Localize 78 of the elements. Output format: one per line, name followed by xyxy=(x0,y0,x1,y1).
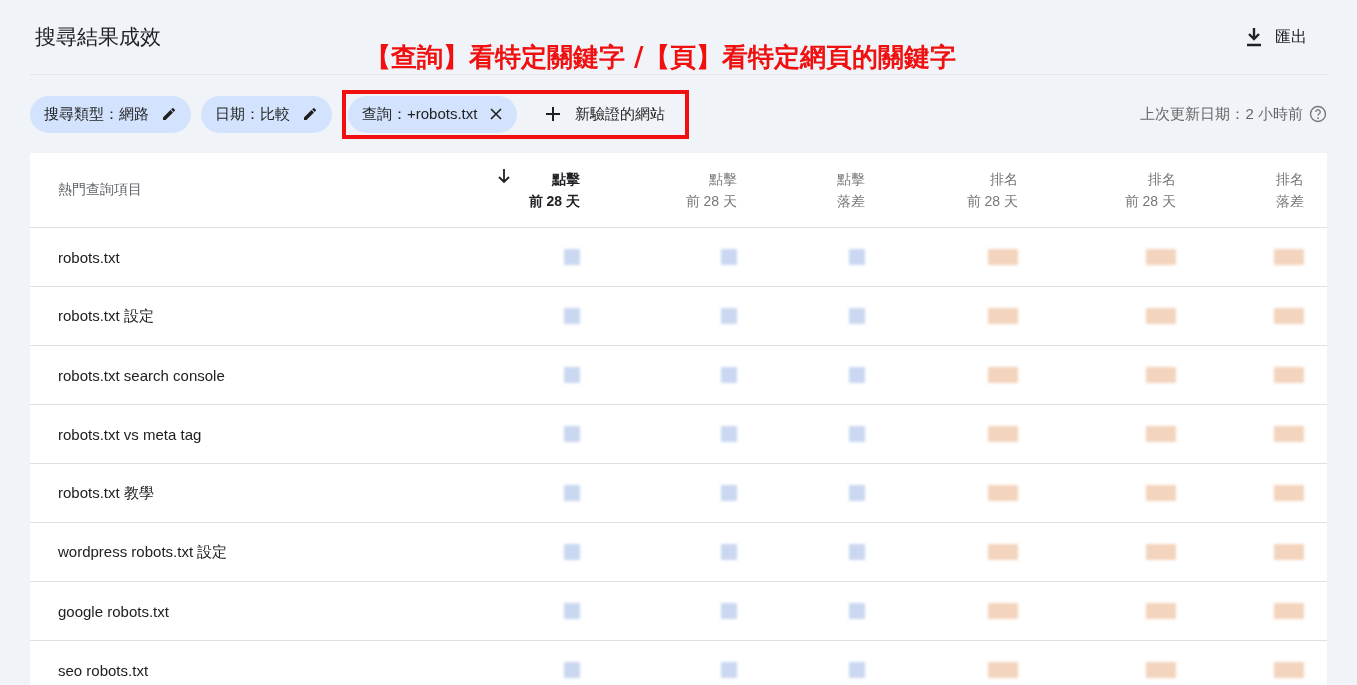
pencil-icon xyxy=(302,106,318,122)
filter-chip[interactable]: 日期：比較 xyxy=(201,95,332,133)
redacted-value xyxy=(849,308,865,324)
last-updated-text: 上次更新日期：2 小時前 xyxy=(1140,104,1303,124)
redacted-value xyxy=(1274,662,1304,678)
redacted-value xyxy=(849,249,865,265)
redacted-value xyxy=(849,544,865,560)
redacted-value xyxy=(1274,544,1304,560)
redacted-value xyxy=(849,426,865,442)
redacted-value xyxy=(849,367,865,383)
column-header[interactable]: 點擊 落差 xyxy=(837,168,865,212)
redacted-value xyxy=(988,249,1018,265)
redacted-value xyxy=(1146,426,1176,442)
filter-chip[interactable]: 搜尋類型：網路 xyxy=(30,95,191,133)
redacted-value xyxy=(849,603,865,619)
redacted-value xyxy=(1274,249,1304,265)
column-header[interactable]: 排名 落差 xyxy=(1276,168,1304,212)
redacted-value xyxy=(1274,426,1304,442)
redacted-value xyxy=(564,367,580,383)
download-icon xyxy=(1245,27,1263,47)
redacted-value xyxy=(988,544,1018,560)
column-header[interactable]: 排名 前 28 天 xyxy=(1124,168,1176,212)
redacted-value xyxy=(564,249,580,265)
redacted-value xyxy=(988,662,1018,678)
redacted-value xyxy=(1146,249,1176,265)
down-arrow-icon xyxy=(496,168,511,184)
redacted-value xyxy=(1274,308,1304,324)
redacted-value xyxy=(849,485,865,501)
redacted-value xyxy=(1274,367,1304,383)
filter-chip[interactable]: 查詢：+robots.txt xyxy=(348,95,518,133)
redacted-value xyxy=(564,308,580,324)
redacted-value xyxy=(721,662,737,678)
redacted-value xyxy=(564,426,580,442)
redacted-value xyxy=(721,367,737,383)
redacted-value xyxy=(988,603,1018,619)
redacted-value xyxy=(849,662,865,678)
page-title: 搜尋結果成效 xyxy=(35,24,161,50)
column-header[interactable]: 點擊 前 28 天 xyxy=(528,168,580,212)
query-cell-text: robots.txt vs meta tag xyxy=(57,425,203,443)
redacted-value xyxy=(564,603,580,619)
query-cell-text: robots.txt 教學 xyxy=(57,483,155,503)
query-cell-text: seo robots.txt xyxy=(57,661,150,679)
redacted-value xyxy=(721,485,737,501)
column-header[interactable]: 點擊 前 28 天 xyxy=(685,168,737,212)
redacted-value xyxy=(1146,603,1176,619)
plus-icon xyxy=(545,106,562,122)
export-button[interactable]: 匯出 xyxy=(1239,25,1313,49)
add-filter-button[interactable]: 新驗證的網站 xyxy=(531,104,666,124)
redacted-value xyxy=(1146,485,1176,501)
redacted-value xyxy=(1146,544,1176,560)
query-cell-text: google robots.txt xyxy=(57,602,170,620)
redacted-value xyxy=(721,308,737,324)
redacted-value xyxy=(1146,367,1176,383)
redacted-value xyxy=(988,485,1018,501)
column-header: 熱門查詢項目 xyxy=(57,181,143,199)
redacted-value xyxy=(721,544,737,560)
redacted-value xyxy=(1274,603,1304,619)
help-icon[interactable] xyxy=(1309,105,1327,123)
close-icon xyxy=(489,107,504,121)
redacted-value xyxy=(564,544,580,560)
redacted-value xyxy=(988,308,1018,324)
redacted-value xyxy=(1146,662,1176,678)
column-header[interactable]: 排名 前 28 天 xyxy=(966,168,1018,212)
redacted-value xyxy=(721,249,737,265)
redacted-value xyxy=(988,426,1018,442)
redacted-value xyxy=(1146,308,1176,324)
annotation-text: 【查詢】看特定關鍵字 /【頁】看特定網頁的關鍵字 xyxy=(365,41,956,74)
query-cell-text: robots.txt xyxy=(57,248,121,266)
query-cell-text: wordpress robots.txt 設定 xyxy=(57,542,229,562)
redacted-value xyxy=(721,603,737,619)
redacted-value xyxy=(988,367,1018,383)
redacted-value xyxy=(721,426,737,442)
query-cell-text: robots.txt search console xyxy=(57,366,226,384)
query-cell-text: robots.txt 設定 xyxy=(57,306,155,326)
redacted-value xyxy=(1274,485,1304,501)
pencil-icon xyxy=(161,106,177,122)
redacted-value xyxy=(564,662,580,678)
redacted-value xyxy=(564,485,580,501)
